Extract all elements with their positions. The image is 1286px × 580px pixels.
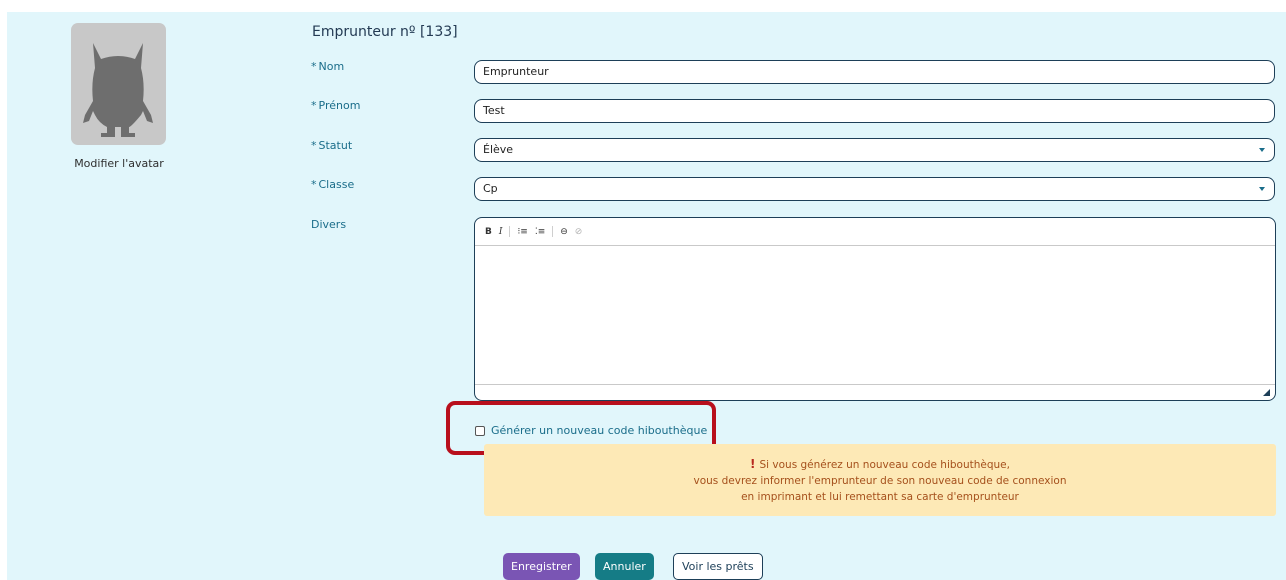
chevron-down-icon [1259, 187, 1265, 191]
nom-input[interactable]: Emprunteur [474, 60, 1275, 84]
save-button[interactable]: Enregistrer [503, 553, 580, 580]
bulleted-list-icon[interactable]: ⁚≡ [535, 227, 545, 237]
warning-box: ! Si vous générez un nouveau code hibouth… [484, 444, 1276, 516]
divers-label: Divers [311, 218, 347, 231]
classe-value: Cp [483, 182, 498, 195]
toolbar-divider [509, 226, 511, 237]
statut-value: Élève [483, 143, 514, 156]
classe-label: * Classe [311, 178, 355, 191]
editor-statusbar [475, 384, 1275, 400]
prenom-input[interactable]: Test [474, 99, 1275, 123]
avatar[interactable] [71, 23, 166, 145]
chevron-down-icon [1259, 148, 1265, 152]
unlink-icon[interactable]: ⊘ [575, 227, 583, 237]
resize-handle-icon[interactable] [1263, 389, 1270, 396]
view-loans-button[interactable]: Voir les prêts [673, 553, 763, 580]
toolbar-divider [552, 226, 554, 237]
monster-icon [83, 43, 153, 137]
cancel-button[interactable]: Annuler [595, 553, 654, 580]
edit-avatar-link[interactable]: Modifier l'avatar [63, 157, 175, 170]
warning-line-1: Si vous générez un nouveau code hibouthè… [759, 459, 1010, 471]
statut-select[interactable]: Élève [474, 138, 1275, 162]
link-icon[interactable]: ⊖ [560, 227, 568, 237]
prenom-label: * Prénom [311, 99, 361, 112]
warning-icon: ! [750, 457, 756, 471]
warning-line-3: en imprimant et lui remettant sa carte d… [741, 491, 1019, 503]
italic-button[interactable]: I [499, 227, 503, 237]
statut-label: * Statut [311, 139, 353, 152]
bold-button[interactable]: B [485, 227, 492, 237]
numbered-list-icon[interactable]: ⁝≡ [517, 227, 527, 237]
page-title: Emprunteur nº [133] [312, 24, 458, 40]
divers-editor[interactable]: B I ⁝≡ ⁚≡ ⊖ ⊘ [474, 217, 1276, 401]
nom-label: * Nom [311, 60, 345, 73]
editor-toolbar: B I ⁝≡ ⁚≡ ⊖ ⊘ [475, 218, 1275, 246]
warning-line-2: vous devrez informer l'emprunteur de son… [693, 475, 1067, 487]
classe-select[interactable]: Cp [474, 177, 1275, 201]
